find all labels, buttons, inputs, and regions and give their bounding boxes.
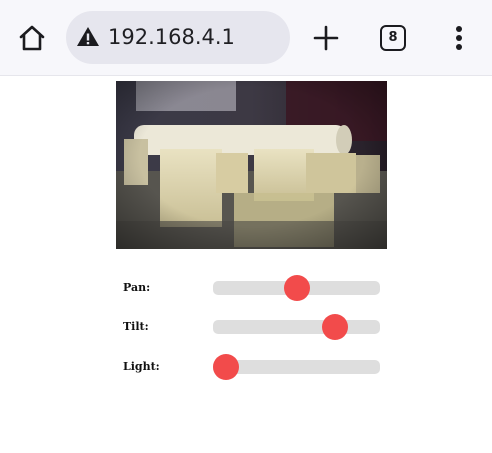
light-label: Light:: [123, 360, 160, 373]
more-vert-icon[interactable]: [446, 22, 472, 54]
light-control: Light:: [123, 352, 383, 382]
home-icon[interactable]: [16, 22, 48, 54]
tilt-slider[interactable]: [213, 314, 380, 340]
tilt-slider-thumb[interactable]: [321, 314, 348, 340]
warning-icon[interactable]: [76, 25, 100, 49]
pan-slider-thumb[interactable]: [283, 275, 310, 301]
tab-count: 8: [388, 30, 398, 45]
address-bar[interactable]: 192.168.4.1: [66, 11, 290, 64]
light-slider[interactable]: [213, 354, 380, 380]
pan-slider[interactable]: [213, 275, 380, 301]
pan-control: Pan:: [123, 273, 383, 303]
browser-toolbar: 192.168.4.1 8: [0, 0, 492, 76]
tabs-icon[interactable]: 8: [380, 25, 406, 51]
plus-icon[interactable]: [310, 22, 342, 54]
light-slider-thumb[interactable]: [213, 354, 240, 380]
camera-stream-image: [116, 81, 387, 249]
pan-label: Pan:: [123, 281, 151, 294]
url-text[interactable]: 192.168.4.1: [108, 25, 235, 49]
tilt-control: Tilt:: [123, 312, 383, 342]
tilt-label: Tilt:: [123, 320, 149, 333]
